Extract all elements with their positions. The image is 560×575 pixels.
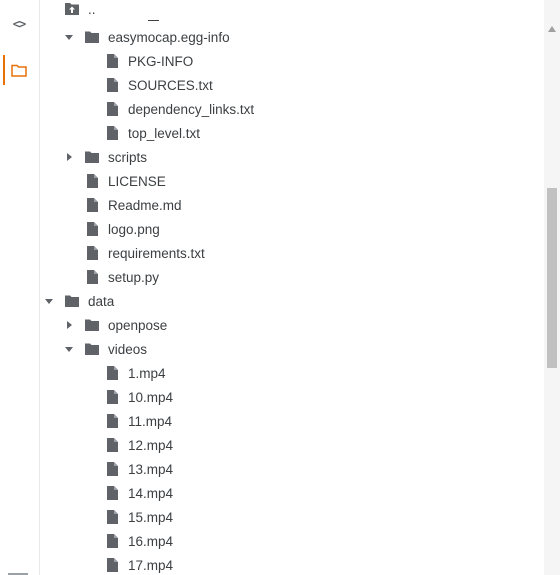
- file-icon: [107, 510, 118, 524]
- file-row-12-mp4[interactable]: 12.mp4: [40, 433, 544, 457]
- file-label: 1.mp4: [128, 365, 166, 381]
- file-icon: [107, 438, 118, 452]
- activity-bar: <>: [0, 0, 40, 575]
- folder-outline-icon: [11, 64, 27, 77]
- file-row-10-mp4[interactable]: 10.mp4: [40, 385, 544, 409]
- file-row-11-mp4[interactable]: 11.mp4: [40, 409, 544, 433]
- file-row-logo-png[interactable]: logo.png: [40, 217, 544, 241]
- files-button[interactable]: [0, 54, 38, 86]
- chevron-down-icon[interactable]: [64, 32, 74, 42]
- file-row-1-mp4[interactable]: 1.mp4: [40, 361, 544, 385]
- file-label: 11.mp4: [128, 413, 173, 429]
- file-icon: [87, 174, 98, 188]
- file-icon: [87, 270, 98, 284]
- folder-label: data: [88, 293, 115, 309]
- file-icon: [107, 126, 118, 140]
- file-row-pkg-info[interactable]: PKG-INFO: [40, 49, 544, 73]
- file-row-license[interactable]: LICENSE: [40, 169, 544, 193]
- file-label: 13.mp4: [128, 461, 174, 477]
- file-label: Readme.md: [108, 197, 182, 213]
- file-icon: [107, 78, 118, 92]
- file-label: LICENSE: [108, 173, 166, 189]
- chevron-down-icon[interactable]: [64, 344, 74, 354]
- parent-directory-label: ..: [88, 1, 96, 17]
- folder-icon: [65, 295, 79, 307]
- file-label: 16.mp4: [128, 533, 174, 549]
- file-icon: [107, 414, 118, 428]
- file-label: setup.py: [108, 269, 160, 285]
- folder-icon: [85, 151, 99, 163]
- file-label: top_level.txt: [128, 125, 201, 141]
- folder-up-icon: [65, 3, 79, 15]
- file-icon: [107, 390, 118, 404]
- parent-directory-row[interactable]: ..: [40, 0, 544, 21]
- file-label: SOURCES.txt: [128, 77, 213, 93]
- file-label: dependency_links.txt: [128, 101, 255, 117]
- file-label: 17.mp4: [128, 557, 174, 573]
- file-row-readme-md[interactable]: Readme.md: [40, 193, 544, 217]
- file-label: 12.mp4: [128, 437, 174, 453]
- file-icon: [107, 366, 118, 380]
- file-row-sources-txt[interactable]: SOURCES.txt: [40, 73, 544, 97]
- file-row-14-mp4[interactable]: 14.mp4: [40, 481, 544, 505]
- folder-label: openpose: [108, 317, 168, 333]
- file-icon: [107, 558, 118, 572]
- file-row-dependency-links-txt[interactable]: dependency_links.txt: [40, 97, 544, 121]
- folder-row-easymocap-egg-info[interactable]: easymocap.egg-info: [40, 25, 544, 49]
- file-row-16-mp4[interactable]: 16.mp4: [40, 529, 544, 553]
- folder-label: videos: [108, 341, 148, 357]
- file-label: logo.png: [108, 221, 160, 237]
- code-icon: <>: [12, 17, 26, 31]
- code-snippets-button[interactable]: <>: [0, 8, 38, 40]
- folder-row-scripts[interactable]: scripts: [40, 145, 544, 169]
- file-browser: .. easymocap.egg-info PKG-INFO SOURCES.t…: [40, 0, 544, 575]
- folder-row-openpose[interactable]: openpose: [40, 313, 544, 337]
- folder-row-videos[interactable]: videos: [40, 337, 544, 361]
- file-icon: [87, 198, 98, 212]
- folder-icon: [85, 343, 99, 355]
- file-icon: [107, 486, 118, 500]
- file-label: 14.mp4: [128, 485, 174, 501]
- file-row-17-mp4[interactable]: 17.mp4: [40, 553, 544, 575]
- file-label: 15.mp4: [128, 509, 174, 525]
- file-icon: [87, 222, 98, 236]
- file-icon: [107, 102, 118, 116]
- file-icon: [107, 462, 118, 476]
- folder-label: scripts: [108, 149, 148, 165]
- file-label: PKG-INFO: [128, 53, 194, 69]
- file-icon: [87, 246, 98, 260]
- chevron-right-icon[interactable]: [64, 320, 74, 330]
- folder-icon: [85, 31, 99, 43]
- folder-label: easymocap.egg-info: [108, 29, 230, 45]
- file-label: requirements.txt: [108, 245, 205, 261]
- file-row-setup-py[interactable]: setup.py: [40, 265, 544, 289]
- file-row-requirements-txt[interactable]: requirements.txt: [40, 241, 544, 265]
- vertical-scrollbar[interactable]: [544, 0, 560, 575]
- scroll-up-arrow-icon[interactable]: [548, 26, 556, 32]
- folder-row-data[interactable]: data: [40, 289, 544, 313]
- file-icon: [107, 54, 118, 68]
- file-label: 10.mp4: [128, 389, 174, 405]
- file-row-15-mp4[interactable]: 15.mp4: [40, 505, 544, 529]
- chevron-right-icon[interactable]: [64, 152, 74, 162]
- chevron-down-icon[interactable]: [44, 296, 54, 306]
- file-icon: [107, 534, 118, 548]
- scrollbar-thumb[interactable]: [547, 188, 557, 368]
- file-row-13-mp4[interactable]: 13.mp4: [40, 457, 544, 481]
- file-row-top-level-txt[interactable]: top_level.txt: [40, 121, 544, 145]
- folder-icon: [85, 319, 99, 331]
